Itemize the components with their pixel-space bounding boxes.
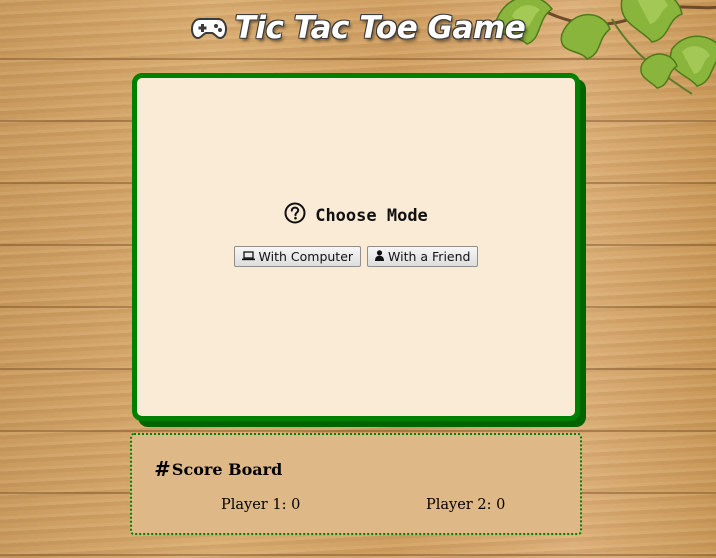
score-board-heading: # Score Board	[154, 457, 282, 481]
question-circle-icon	[284, 202, 306, 229]
page-title: Tic Tac Toe Game	[0, 6, 716, 50]
choose-mode-heading: Choose Mode	[137, 202, 575, 229]
with-friend-button[interactable]: With a Friend	[367, 246, 479, 267]
title-text: Tic Tac Toe Game	[234, 10, 526, 46]
game-board-panel: Choose Mode With Computer With a Friend	[132, 73, 580, 421]
score-board-panel: # Score Board Player 1: 0 Player 2: 0	[130, 433, 582, 535]
laptop-icon	[241, 249, 255, 264]
with-friend-label: With a Friend	[388, 249, 471, 264]
user-icon	[375, 249, 385, 264]
hash-icon: #	[154, 457, 168, 481]
score-board-title: Score Board	[171, 459, 283, 479]
player-1-score: Player 1: 0	[221, 497, 301, 513]
choose-mode-text: Choose Mode	[315, 205, 428, 226]
player-2-score: Player 2: 0	[426, 497, 506, 513]
gamepad-icon	[190, 16, 227, 40]
with-computer-button[interactable]: With Computer	[233, 246, 362, 267]
mode-buttons: With Computer With a Friend	[137, 246, 575, 267]
with-computer-label: With Computer	[258, 249, 354, 264]
